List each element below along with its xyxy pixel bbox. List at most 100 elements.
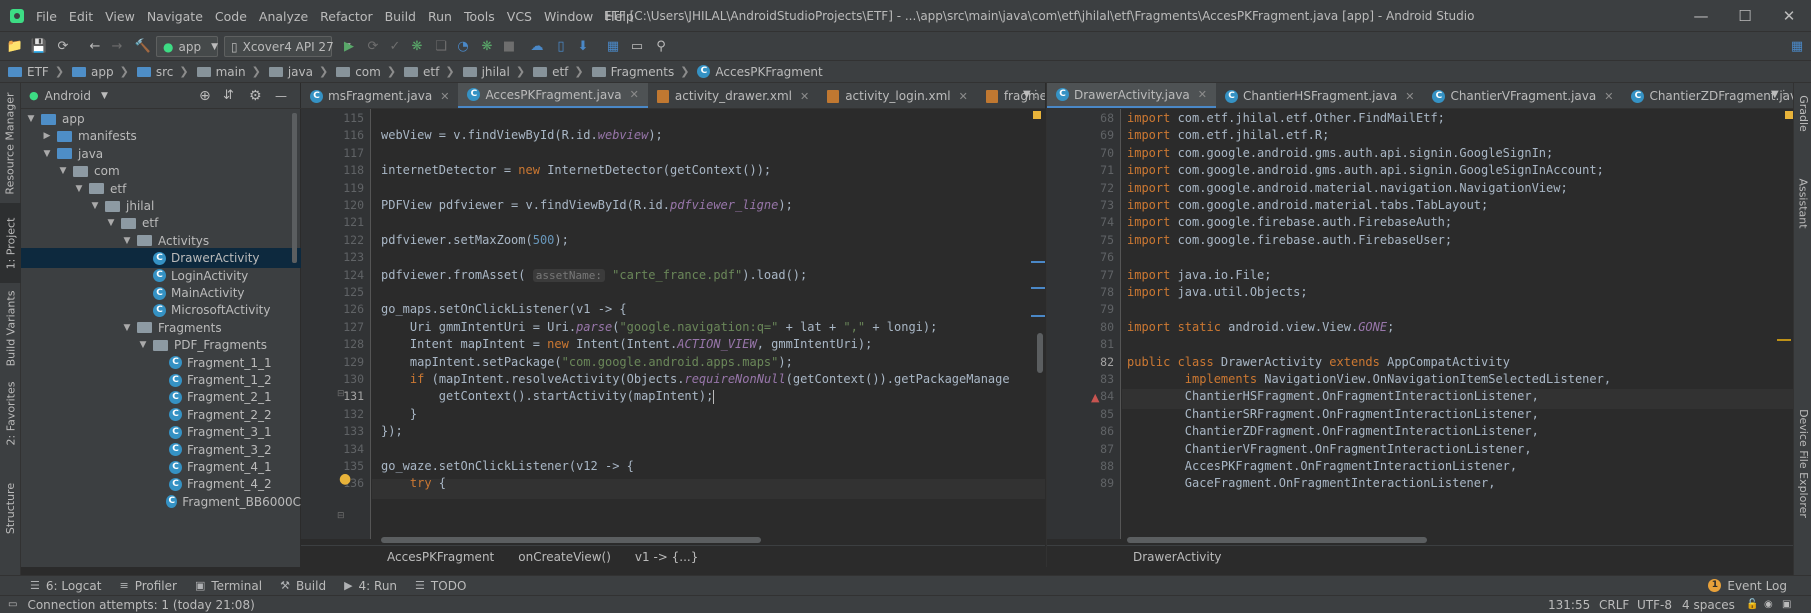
tab-assistant[interactable]: Assistant <box>1794 163 1811 243</box>
fold-icon[interactable]: ⊟ <box>337 389 345 399</box>
menu-edit[interactable]: Edit <box>69 9 93 24</box>
tree-item[interactable]: C Fragment_BB6000C <box>21 492 301 512</box>
tool-window-profiler[interactable]: ≡ Profiler <box>119 579 176 593</box>
breadcrumb-item[interactable]: app ❯ <box>72 65 137 79</box>
tab-resource-manager[interactable]: Resource Manager <box>0 83 21 203</box>
code-breadcrumb-item[interactable]: v1 -> {...} <box>635 550 698 564</box>
tree-scrollbar[interactable] <box>292 113 297 263</box>
memory-indicator-icon[interactable]: ▣ <box>1782 599 1791 610</box>
gradle-sync-icon[interactable]: ☁ <box>528 37 546 55</box>
chevron-down-icon[interactable]: ▼ <box>121 323 133 333</box>
apply-changes-icon[interactable]: ⟳ <box>364 37 382 55</box>
chevron-down-icon[interactable]: ▼ <box>25 114 37 124</box>
chevron-down-icon[interactable]: ▼ <box>89 201 101 211</box>
tool-window-run[interactable]: ▶ 4: Run <box>344 579 397 593</box>
tab-overflow-icon[interactable]: ▼⋮ <box>1023 89 1041 100</box>
indent-setting[interactable]: 4 spaces <box>1682 598 1735 612</box>
chevron-down-icon[interactable]: ▼ <box>101 91 108 101</box>
stop-icon[interactable]: ■ <box>500 37 518 55</box>
avd-manager-icon[interactable]: ▯ <box>552 37 570 55</box>
sdk-manager-icon[interactable]: ⬇ <box>574 37 592 55</box>
chevron-right-icon[interactable]: ▶ <box>41 131 53 141</box>
forward-icon[interactable]: → <box>108 37 126 55</box>
editor-tab[interactable]: CmsFragment.java ✕ <box>301 83 458 108</box>
file-encoding[interactable]: UTF-8 <box>1637 598 1672 612</box>
lock-icon[interactable]: 🔓 <box>1746 599 1758 610</box>
caret-position[interactable]: 131:55 <box>1548 598 1590 612</box>
close-tab-icon[interactable]: ✕ <box>800 90 809 103</box>
tab-favorites[interactable]: 2: Favorites <box>0 373 21 453</box>
menu-tools[interactable]: Tools <box>464 9 495 24</box>
breadcrumb-item[interactable]: java ❯ <box>268 65 336 79</box>
debug-icon[interactable]: ❋ <box>408 37 426 55</box>
tool-window-build[interactable]: ⚒ Build <box>280 579 326 593</box>
editor-tab[interactable]: CChantierZDFragment.java✕ <box>1622 83 1793 108</box>
chevron-down-icon[interactable]: ▼ <box>41 149 53 159</box>
event-log-button[interactable]: 1 Event Log <box>1708 579 1787 593</box>
chevron-down-icon[interactable]: ▼ <box>105 218 117 228</box>
make-project-icon[interactable]: 🔨 <box>134 37 152 55</box>
tab-structure[interactable]: Structure <box>0 453 21 563</box>
code-breadcrumb-item[interactable]: DrawerActivity <box>1133 550 1222 564</box>
bulb-icon[interactable]: ● <box>339 471 351 487</box>
tab-gradle[interactable]: Gradle <box>1794 83 1811 143</box>
editor-tab[interactable]: activity_drawer.xml ✕ <box>648 83 818 108</box>
inspection-status-icon[interactable] <box>1033 111 1041 119</box>
breadcrumb-item[interactable]: src ❯ <box>136 65 197 79</box>
editor-hscrollbar[interactable] <box>1127 537 1427 543</box>
tool-window-logcat[interactable]: ☰ 6: Logcat <box>30 579 101 593</box>
editor-tab[interactable]: C ChantierVFragment.java ✕ <box>1423 83 1622 108</box>
menu-code[interactable]: Code <box>215 9 247 24</box>
close-tab-icon[interactable]: ✕ <box>440 90 449 103</box>
menu-view[interactable]: View <box>105 9 135 24</box>
breadcrumb-item[interactable]: com ❯ <box>336 65 404 79</box>
gear-icon[interactable]: ⚙ <box>249 88 262 104</box>
menu-vcs[interactable]: VCS <box>507 9 532 24</box>
minimize-button[interactable]: — <box>1679 0 1723 32</box>
chevron-down-icon[interactable]: ▼ <box>137 340 149 350</box>
device-select[interactable]: ▯ Xcover4 API 27 ▼ <box>224 36 351 57</box>
line-separator[interactable]: CRLF <box>1599 598 1629 612</box>
menu-navigate[interactable]: Navigate <box>147 9 203 24</box>
back-icon[interactable]: ← <box>86 37 104 55</box>
maximize-button[interactable]: ☐ <box>1723 0 1767 32</box>
status-panel-icon[interactable]: ▭ <box>8 599 17 610</box>
editor-tab[interactable]: C ChantierHSFragment.java ✕ <box>1216 83 1423 108</box>
chevron-down-icon[interactable]: ▼ <box>57 166 69 176</box>
apply-code-changes-icon[interactable]: ✓ <box>386 37 404 55</box>
profile-icon[interactable]: ◔ <box>454 37 472 55</box>
code-area[interactable]: import com.etf.jhilal.etf.Other.FindMail… <box>1127 109 1777 539</box>
breadcrumb-item[interactable]: jhilal ❯ <box>462 65 534 79</box>
close-window-button[interactable]: ✕ <box>1767 0 1811 32</box>
menu-refactor[interactable]: Refactor <box>320 9 372 24</box>
close-tab-icon[interactable]: ✕ <box>1198 88 1207 101</box>
tab-overflow-icon[interactable]: ▼⋮ <box>1771 89 1789 100</box>
editor-hscrollbar[interactable] <box>381 537 761 543</box>
tab-build-variants[interactable]: Build Variants <box>0 283 21 373</box>
breadcrumb-item[interactable]: ETF ❯ <box>8 65 72 79</box>
toolbar-extra-icon[interactable]: ▦ <box>1788 37 1806 55</box>
code-breadcrumb-item[interactable]: AccesPKFragment <box>387 550 494 564</box>
breadcrumb-item[interactable]: etf ❯ <box>533 65 592 79</box>
save-all-icon[interactable]: 💾 <box>30 37 48 55</box>
run-icon[interactable]: ▶ <box>340 37 358 55</box>
run-config-select[interactable]: ● app ▼ <box>156 36 218 57</box>
menu-file[interactable]: File <box>36 9 57 24</box>
layout-inspector-icon[interactable]: ▭ <box>628 37 646 55</box>
breadcrumb-item[interactable]: Fragments ❯ <box>591 65 698 79</box>
tool-window-todo[interactable]: ☰ TODO <box>415 579 466 593</box>
menu-run[interactable]: Run <box>428 9 452 24</box>
chevron-down-icon[interactable]: ▼ <box>121 236 133 246</box>
menu-window[interactable]: Window <box>544 9 593 24</box>
project-structure-icon[interactable]: ▦ <box>604 37 622 55</box>
override-gutter-icon[interactable]: ▲ <box>1091 391 1099 404</box>
collapse-all-icon[interactable]: ⇵ <box>223 88 234 103</box>
menu-build[interactable]: Build <box>385 9 416 24</box>
close-tab-icon[interactable]: ✕ <box>1604 90 1613 103</box>
editor-vscrollbar[interactable] <box>1037 333 1043 373</box>
close-tab-icon[interactable]: ✕ <box>1405 90 1414 103</box>
sync-icon[interactable]: ⟳ <box>54 37 72 55</box>
search-icon[interactable]: ⚲ <box>652 37 670 55</box>
inspection-status-icon[interactable] <box>1785 111 1793 119</box>
coverage-icon[interactable]: ❋ <box>478 37 496 55</box>
